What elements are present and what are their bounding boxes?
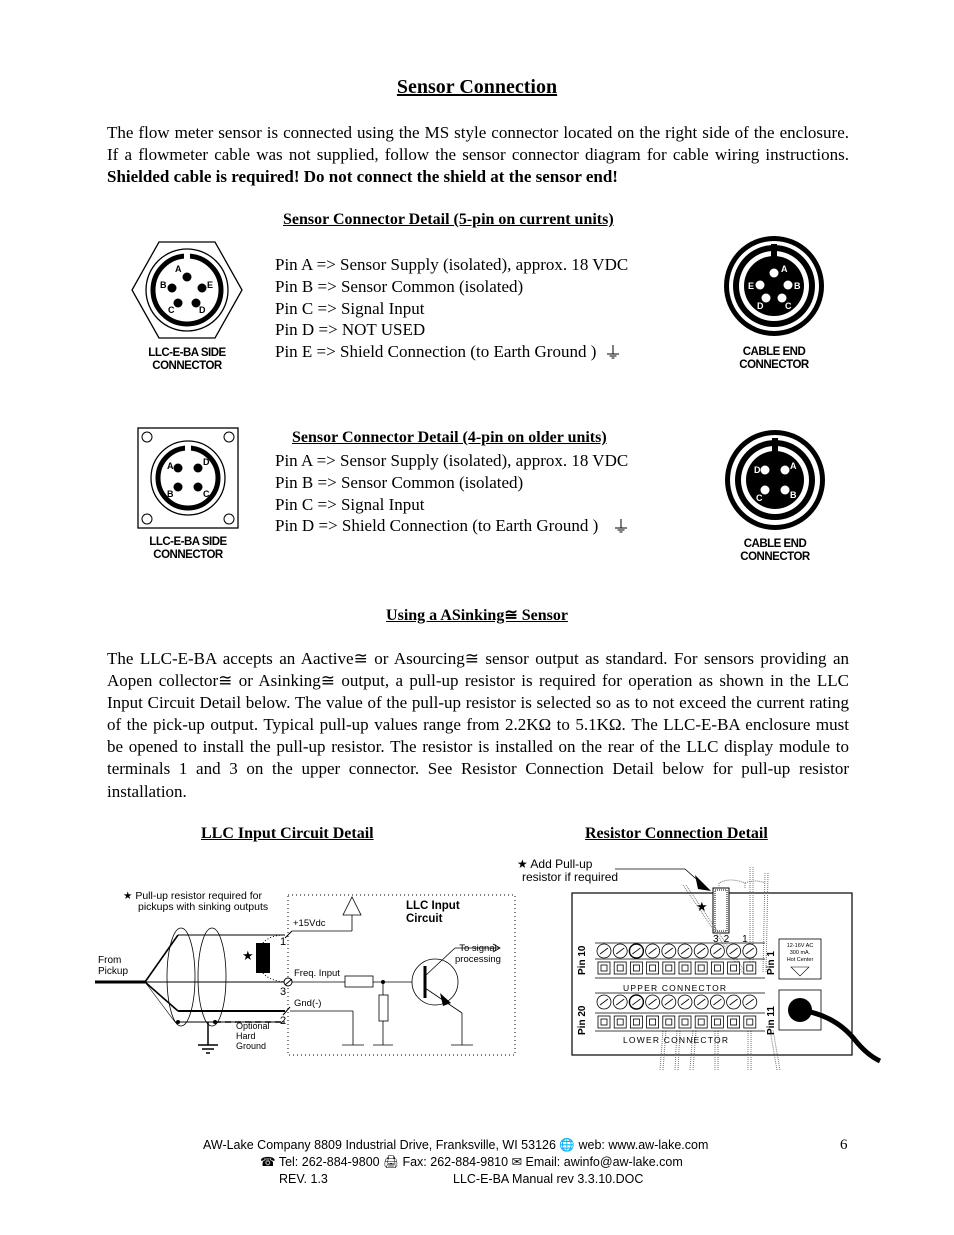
four-pin-cable-connector: D A C B CABLE END CONNECTOR: [716, 428, 834, 563]
document-name: LLC-E-BA Manual rev 3.3.10.DOC: [453, 1172, 644, 1186]
v15-label: +15Vdc: [293, 918, 326, 929]
pin-item: Pin C => Signal Input: [275, 494, 425, 514]
four-pin-heading: Sensor Connector Detail (4-pin on older …: [292, 429, 607, 446]
svg-text:A: A: [790, 461, 797, 471]
star-icon: ★: [696, 899, 708, 914]
pin1-label: Pin 1: [766, 951, 777, 975]
optional-ground-label: Optional Hard Ground: [236, 1021, 270, 1051]
svg-text:B: B: [167, 489, 174, 499]
globe-icon: 🌐: [559, 1138, 575, 1152]
fax-icon: 🖨: [383, 1155, 399, 1169]
freq-input-label: Freq. Input: [294, 968, 340, 979]
pin-item-shield: Pin D => Shield Connection (to Earth Gro…: [275, 515, 628, 537]
svg-text:D: D: [754, 465, 761, 475]
intro-paragraph: The flow meter sensor is connected using…: [107, 122, 849, 188]
svg-text:B: B: [790, 490, 797, 500]
terminal-2-label: 2: [280, 1015, 287, 1027]
pin-item: Pin B => Sensor Common (isolated): [275, 472, 524, 492]
upper-connector-label: UPPER CONNECTOR: [623, 983, 728, 993]
five-pin-heading: Sensor Connector Detail (5-pin on curren…: [283, 211, 614, 228]
svg-text:C: C: [756, 493, 763, 503]
terminal-labels: 32 1: [713, 934, 753, 945]
circuit-detail-heading: LLC Input Circuit Detail: [201, 825, 374, 842]
svg-text:C: C: [203, 489, 210, 499]
four-pin-side-connector-label: LLC-E-BA SIDE CONNECTOR: [149, 536, 227, 561]
svg-text:E: E: [207, 280, 213, 290]
svg-text:C: C: [785, 301, 792, 311]
resistor-detail-heading: Resistor Connection Detail: [585, 825, 768, 842]
pull-up-note: ★ Pull-up resistor required for pickups …: [123, 890, 269, 913]
svg-text:D: D: [199, 305, 206, 315]
earth-ground-icon: [607, 345, 620, 359]
pin-item-shield: Pin E => Shield Connection (to Earth Gro…: [275, 341, 628, 363]
svg-text:A: A: [781, 264, 788, 274]
five-pin-side-connector-drawing: A B E C D: [131, 241, 243, 339]
svg-text:E: E: [748, 281, 754, 291]
five-pin-side-connector: A B E C D LLC-E-BA SIDE CONNECTOR: [128, 240, 246, 372]
terminal-1-label: 1: [280, 936, 287, 948]
pin-item: Pin A => Sensor Supply (isolated), appro…: [275, 255, 629, 274]
lower-connector-label: LOWER CONNECTOR: [623, 1035, 730, 1045]
resistor-connection-diagram: ★ Add Pull-up resistor if required ★ 32 1…: [515, 855, 885, 1071]
five-pin-side-connector-label: LLC-E-BA SIDE CONNECTOR: [148, 347, 226, 372]
pin-item: Pin B => Sensor Common (isolated): [275, 276, 524, 296]
svg-text:C: C: [168, 305, 175, 315]
svg-text:D: D: [757, 301, 764, 311]
from-pickup-label: From Pickup: [98, 955, 129, 977]
four-pin-side-connector: A D B C LLC-E-BA SIDE CONNECTOR: [137, 427, 239, 562]
footer-line-2: ☎ Tel: 262-884-9800 🖨 Fax: 262-884-9810 …: [260, 1155, 683, 1169]
llc-input-circuit-title: LLC Input Circuit: [406, 900, 460, 925]
svg-text:A: A: [175, 264, 182, 274]
add-pullup-note: ★ Add Pull-up resistor if required: [517, 857, 619, 884]
star-icon: ★: [242, 948, 254, 963]
five-pin-cable-connector: A E B D C CABLE END CONNECTOR: [715, 236, 833, 371]
four-pin-cable-connector-label: CABLE END CONNECTOR: [740, 538, 810, 563]
revision: REV. 1.3: [279, 1172, 328, 1186]
sinking-heading: Using a ASinking≅ Sensor: [386, 607, 568, 624]
to-signal-processing-label: To signal processing: [455, 943, 501, 965]
pin11-label: Pin 11: [766, 1006, 777, 1035]
pin-item: Pin A => Sensor Supply (isolated), appro…: [275, 451, 629, 470]
pin10-label: Pin 10: [577, 945, 588, 975]
four-pin-list: Pin A => Sensor Supply (isolated), appro…: [275, 450, 628, 537]
pin20-label: Pin 20: [577, 1005, 588, 1035]
five-pin-cable-connector-drawing: A E B D C: [724, 236, 824, 336]
five-pin-list: Pin A => Sensor Supply (isolated), appro…: [275, 254, 628, 363]
gnd-label: Gnd(-): [294, 998, 322, 1009]
terminal-3-label: 3: [280, 986, 287, 998]
svg-text:B: B: [794, 281, 801, 291]
sinking-paragraph: The LLC-E-BA accepts an Aactive≅ or Asou…: [107, 649, 849, 801]
svg-text:A: A: [167, 461, 174, 471]
svg-text:D: D: [203, 457, 210, 467]
svg-text:B: B: [160, 280, 167, 290]
intro-text: The flow meter sensor is connected using…: [107, 123, 849, 164]
phone-icon: ☎: [260, 1155, 276, 1169]
pin-item: Pin C => Signal Input: [275, 298, 425, 318]
five-pin-cable-connector-label: CABLE END CONNECTOR: [739, 346, 809, 371]
intro-warning: Shielded cable is required! Do not conne…: [107, 167, 618, 186]
pin-item: Pin D => NOT USED: [275, 320, 426, 340]
four-pin-side-connector-drawing: A D B C: [137, 427, 239, 529]
earth-ground-icon: [615, 519, 628, 533]
llc-input-circuit-diagram: ★ Pull-up resistor required for pickups …: [95, 885, 520, 1060]
power-rating-label: 12-16V AC 300 mA. Hot Center: [786, 943, 814, 963]
four-pin-cable-connector-drawing: D A C B: [725, 430, 825, 530]
email-icon: ✉: [511, 1155, 523, 1169]
page-number: 6: [840, 1137, 848, 1153]
page-title: Sensor Connection: [396, 76, 558, 98]
footer-line-1: AW-Lake Company 8809 Industrial Drive, F…: [203, 1138, 709, 1152]
